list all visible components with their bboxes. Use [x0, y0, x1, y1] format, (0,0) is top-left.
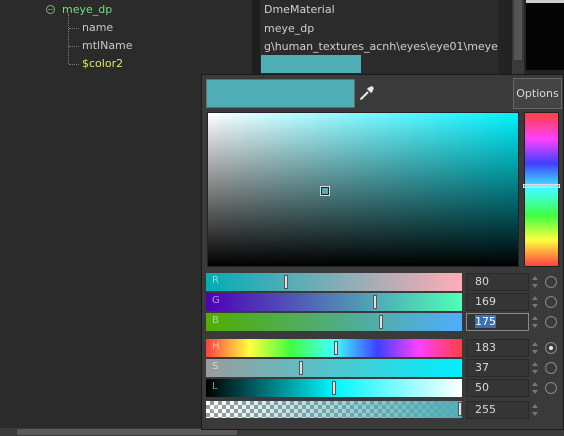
spin-up-icon[interactable]	[532, 382, 538, 386]
green-label: G	[212, 295, 220, 306]
sv-black-layer	[208, 113, 518, 266]
hue-label: H	[212, 341, 220, 352]
green-slider-thumb[interactable]	[373, 295, 377, 309]
tree-node-color2[interactable]: $color2	[82, 57, 123, 70]
value-name[interactable]: meye_dp	[264, 22, 314, 35]
color-preview-swatch	[206, 79, 355, 108]
saturation-value-field[interactable]: 37	[466, 359, 529, 377]
collapse-icon[interactable]: −	[46, 5, 55, 14]
hue-slider-thumb[interactable]	[334, 341, 338, 355]
alpha-slider[interactable]: A	[206, 401, 462, 418]
red-mode-radio[interactable]	[545, 276, 557, 288]
red-slider-thumb[interactable]	[284, 275, 288, 289]
red-value-field[interactable]: 80	[466, 273, 529, 291]
hue-spinner[interactable]	[530, 339, 540, 357]
saturation-label: S	[212, 361, 219, 372]
color-picker-dialog: Options R G B 80 169 175 H S L 183 37 50…	[201, 74, 564, 430]
tree-node-name[interactable]: name	[82, 21, 113, 34]
lightness-value-field[interactable]: 50	[466, 379, 529, 397]
spin-down-icon[interactable]	[532, 350, 538, 354]
green-slider[interactable]: G	[206, 293, 462, 311]
green-mode-radio[interactable]	[545, 296, 557, 308]
sv-picker-handle[interactable]	[320, 186, 330, 196]
hue-mode-radio[interactable]	[545, 342, 557, 354]
spin-up-icon[interactable]	[532, 404, 538, 408]
tree-guide-line	[69, 64, 79, 65]
spin-down-icon[interactable]	[532, 284, 538, 288]
alpha-value-field[interactable]: 255	[466, 401, 529, 419]
tree-guide-line	[68, 14, 69, 64]
saturation-mode-radio[interactable]	[545, 362, 557, 374]
lightness-slider[interactable]: L	[206, 379, 462, 397]
blue-slider-thumb[interactable]	[379, 315, 383, 329]
spin-down-icon[interactable]	[532, 390, 538, 394]
spin-up-icon[interactable]	[532, 342, 538, 346]
viewport-border	[526, 0, 564, 3]
red-spinner[interactable]	[530, 273, 540, 291]
blue-label: B	[212, 315, 219, 326]
tree-guide-line	[69, 28, 79, 29]
saturation-slider-thumb[interactable]	[299, 361, 303, 375]
saturation-slider[interactable]: S	[206, 359, 462, 377]
alpha-spinner[interactable]	[530, 401, 540, 419]
blue-spinner[interactable]	[530, 313, 540, 331]
lightness-slider-thumb[interactable]	[332, 381, 336, 395]
value-mtlname[interactable]: g\human_textures_acnh\eyes\eye01\meye_dp	[264, 40, 517, 53]
alpha-label: A	[212, 403, 219, 414]
hue-strip[interactable]	[524, 112, 559, 267]
spin-up-icon[interactable]	[532, 276, 538, 280]
scrollbar-thumb[interactable]	[514, 0, 522, 60]
options-button[interactable]: Options	[513, 78, 562, 109]
color2-swatch[interactable]	[261, 55, 361, 73]
blue-value-text[interactable]: 175	[475, 315, 496, 328]
alpha-slider-thumb[interactable]	[458, 402, 462, 416]
saturation-value-area[interactable]	[207, 112, 519, 267]
green-spinner[interactable]	[530, 293, 540, 311]
tree-node-mtlname[interactable]: mtlName	[82, 39, 133, 52]
spin-down-icon[interactable]	[532, 412, 538, 416]
viewport-preview	[526, 0, 564, 70]
hue-strip-handle[interactable]	[523, 184, 560, 188]
value-element-type[interactable]: DmeMaterial	[264, 3, 335, 16]
spin-down-icon[interactable]	[532, 324, 538, 328]
blue-mode-radio[interactable]	[545, 316, 557, 328]
red-label: R	[212, 275, 219, 286]
spin-up-icon[interactable]	[532, 362, 538, 366]
blue-value-field[interactable]: 175	[466, 313, 529, 331]
hue-value-field[interactable]: 183	[466, 339, 529, 357]
saturation-spinner[interactable]	[530, 359, 540, 377]
tree-guide-line	[69, 46, 79, 47]
spin-down-icon[interactable]	[532, 370, 538, 374]
spin-up-icon[interactable]	[532, 296, 538, 300]
spin-up-icon[interactable]	[532, 316, 538, 320]
hue-slider[interactable]: H	[206, 339, 462, 357]
lightness-label: L	[212, 381, 218, 392]
blue-slider[interactable]: B	[206, 313, 462, 331]
lightness-mode-radio[interactable]	[545, 382, 557, 394]
green-value-field[interactable]: 169	[466, 293, 529, 311]
spin-down-icon[interactable]	[532, 304, 538, 308]
lightness-spinner[interactable]	[530, 379, 540, 397]
eyedropper-icon[interactable]	[358, 84, 376, 102]
tree-node-meye-dp[interactable]: meye_dp	[62, 3, 112, 16]
red-slider[interactable]: R	[206, 273, 462, 291]
